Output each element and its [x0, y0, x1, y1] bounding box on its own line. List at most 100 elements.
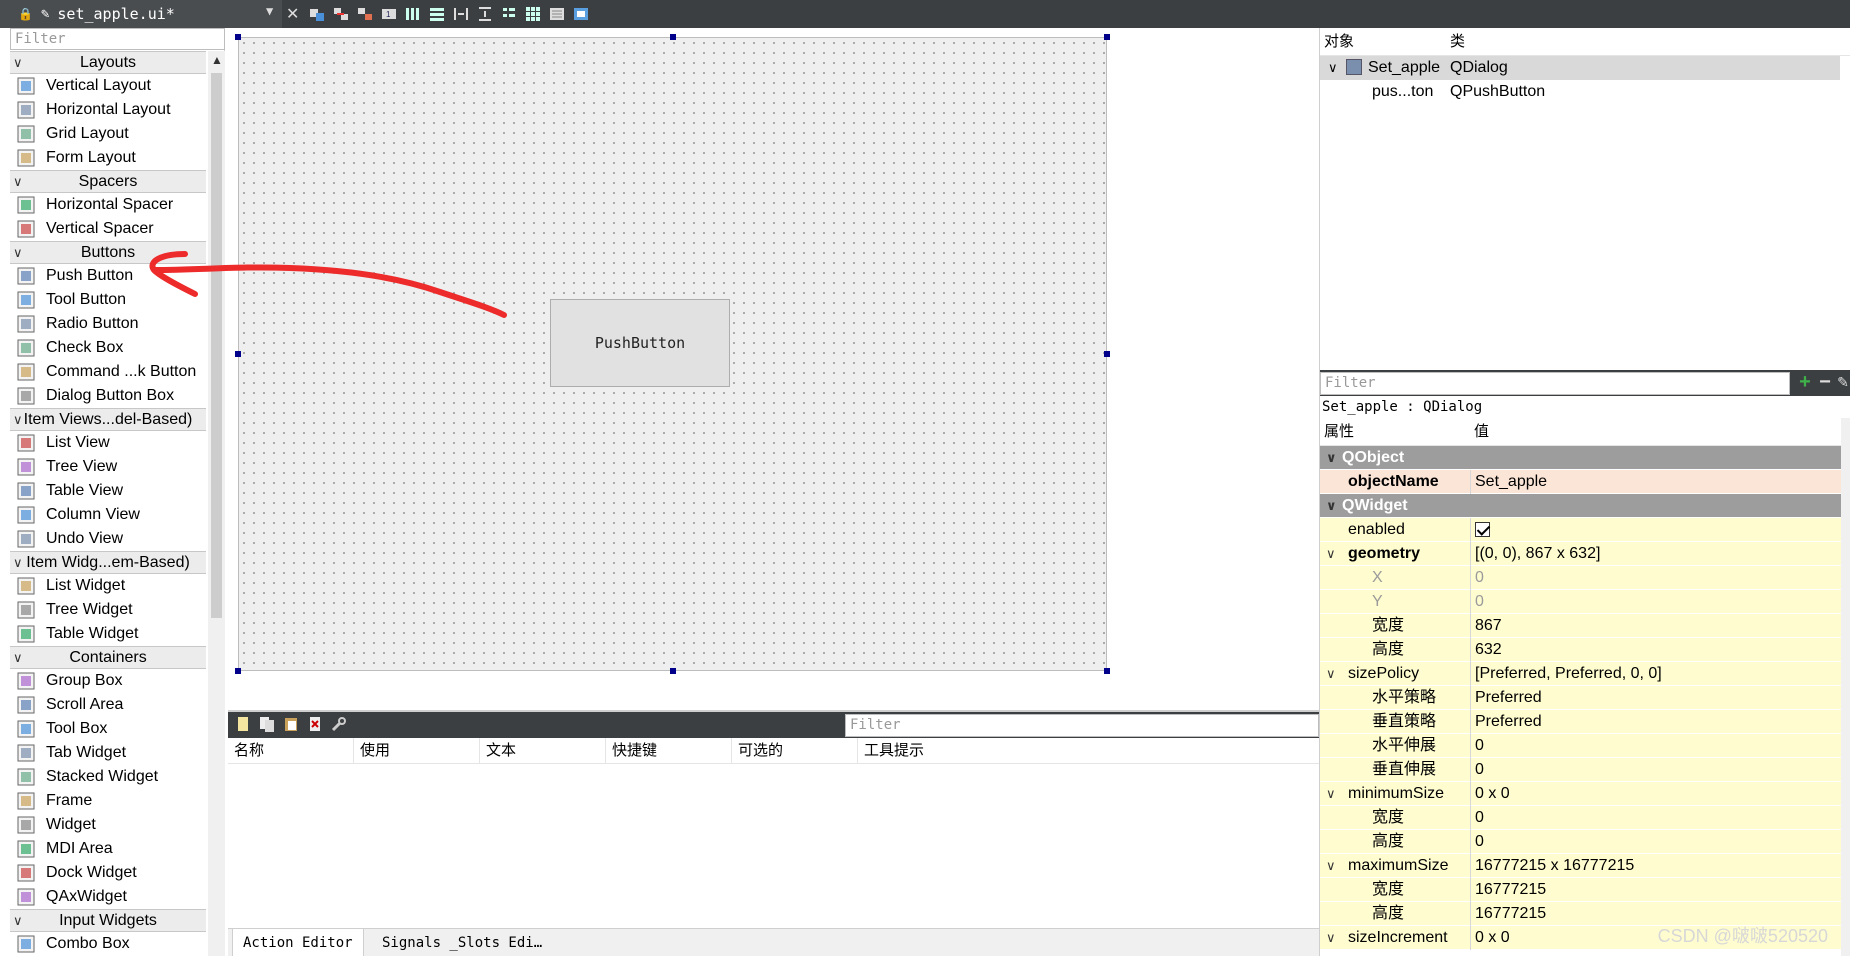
- scroll-up-icon[interactable]: ▲: [211, 53, 223, 67]
- widget-item[interactable]: MDI Area: [10, 837, 206, 861]
- column-header[interactable]: 可选的: [732, 738, 858, 764]
- widget-item[interactable]: Undo View: [10, 527, 206, 551]
- widget-category[interactable]: ∨ Layouts: [10, 51, 206, 74]
- property-editor-scrollbar[interactable]: [1841, 418, 1850, 956]
- wrench-icon[interactable]: [330, 715, 348, 733]
- action-editor-filter-input[interactable]: Filter: [845, 714, 1319, 737]
- enabled-checkbox[interactable]: [1475, 522, 1490, 537]
- widget-item[interactable]: Horizontal Layout: [10, 98, 206, 122]
- tab-action-editor[interactable]: Action Editor: [232, 929, 364, 956]
- chevron-down-icon[interactable]: ∨: [1328, 56, 1338, 80]
- close-icon[interactable]: ✕: [286, 4, 299, 24]
- property-value[interactable]: 16777215 x 16777215: [1470, 854, 1841, 878]
- remove-property-icon[interactable]: −: [1816, 372, 1834, 392]
- property-row[interactable]: 水平伸展 0: [1320, 734, 1841, 758]
- resize-handle[interactable]: [670, 34, 676, 40]
- chevron-down-icon[interactable]: ▼: [266, 4, 273, 18]
- property-row[interactable]: enabled: [1320, 518, 1841, 542]
- widget-item[interactable]: Table View: [10, 479, 206, 503]
- resize-handle[interactable]: [1104, 34, 1110, 40]
- widget-item[interactable]: Group Box: [10, 669, 206, 693]
- widget-item[interactable]: List Widget: [10, 574, 206, 598]
- property-row[interactable]: ∨ QObject: [1320, 446, 1841, 470]
- property-row[interactable]: objectName Set_apple: [1320, 470, 1841, 494]
- widget-item[interactable]: Combo Box: [10, 932, 206, 956]
- widget-item[interactable]: Vertical Spacer: [10, 217, 206, 241]
- property-row[interactable]: ∨ sizePolicy [Preferred, Preferred, 0, 0]: [1320, 662, 1841, 686]
- property-value[interactable]: 0: [1470, 830, 1841, 854]
- widget-item[interactable]: Tree Widget: [10, 598, 206, 622]
- copy-action-icon[interactable]: [258, 715, 276, 733]
- widget-item[interactable]: Stacked Widget: [10, 765, 206, 789]
- layout-form-icon[interactable]: [500, 5, 518, 23]
- widget-item[interactable]: QAxWidget: [10, 885, 206, 909]
- property-value[interactable]: 632: [1470, 638, 1841, 662]
- new-action-icon[interactable]: [234, 715, 252, 733]
- resize-handle[interactable]: [1104, 351, 1110, 357]
- resize-handle[interactable]: [1104, 668, 1110, 674]
- document-tab[interactable]: 🔒 ✎ set_apple.ui* ▼: [0, 0, 282, 28]
- column-header-object[interactable]: 对象: [1320, 28, 1354, 56]
- property-value[interactable]: 0: [1470, 734, 1841, 758]
- column-header[interactable]: 文本: [480, 738, 606, 764]
- widget-item[interactable]: Form Layout: [10, 146, 206, 170]
- resize-handle[interactable]: [235, 34, 241, 40]
- property-row[interactable]: 宽度 867: [1320, 614, 1841, 638]
- widget-item[interactable]: Dock Widget: [10, 861, 206, 885]
- property-value[interactable]: [(0, 0), 867 x 632]: [1470, 542, 1841, 566]
- resize-handle[interactable]: [235, 668, 241, 674]
- edit-signals-icon[interactable]: [332, 5, 350, 23]
- resize-handle[interactable]: [235, 351, 241, 357]
- widget-category[interactable]: ∨ Containers: [10, 646, 206, 669]
- widget-item[interactable]: Table Widget: [10, 622, 206, 646]
- chevron-down-icon[interactable]: ∨: [13, 552, 23, 573]
- column-header-value[interactable]: 值: [1470, 418, 1489, 446]
- property-row[interactable]: Y0: [1320, 590, 1841, 614]
- splitter-horizontal-icon[interactable]: [452, 5, 470, 23]
- widget-category[interactable]: ∨ Buttons: [10, 241, 206, 264]
- property-value-checkbox[interactable]: [1470, 518, 1841, 542]
- widget-box-filter-input[interactable]: Filter: [10, 28, 225, 50]
- widget-item[interactable]: Column View: [10, 503, 206, 527]
- layout-vertical-icon[interactable]: [428, 5, 446, 23]
- widget-item[interactable]: Tree View: [10, 455, 206, 479]
- property-value[interactable]: 0: [1470, 590, 1841, 614]
- property-value[interactable]: 0 x 0: [1470, 782, 1841, 806]
- chevron-down-icon[interactable]: ∨: [13, 910, 23, 931]
- widget-box-scrollbar[interactable]: ▲ ▼: [208, 51, 225, 956]
- object-row-dialog[interactable]: ∨ Set_apple QDialog: [1320, 56, 1840, 80]
- edit-tab-order-icon[interactable]: 1: [380, 5, 398, 23]
- column-header[interactable]: 名称: [228, 738, 354, 764]
- property-value[interactable]: 867: [1470, 614, 1841, 638]
- paste-action-icon[interactable]: [282, 715, 300, 733]
- property-value[interactable]: 0: [1470, 806, 1841, 830]
- column-header-property[interactable]: 属性: [1320, 418, 1354, 446]
- property-value[interactable]: 0: [1470, 758, 1841, 782]
- property-row[interactable]: ∨ geometry [(0, 0), 867 x 632]: [1320, 542, 1841, 566]
- property-value[interactable]: 16777215: [1470, 878, 1841, 902]
- widget-item[interactable]: Vertical Layout: [10, 74, 206, 98]
- property-row[interactable]: 垂直策略 Preferred: [1320, 710, 1841, 734]
- property-value[interactable]: Preferred: [1470, 686, 1841, 710]
- widget-item[interactable]: List View: [10, 431, 206, 455]
- property-value[interactable]: Preferred: [1470, 710, 1841, 734]
- widget-item[interactable]: Grid Layout: [10, 122, 206, 146]
- property-row[interactable]: 宽度 16777215: [1320, 878, 1841, 902]
- form-push-button[interactable]: PushButton: [550, 299, 730, 387]
- chevron-down-icon[interactable]: ∨: [13, 171, 23, 192]
- property-value[interactable]: [Preferred, Preferred, 0, 0]: [1470, 662, 1841, 686]
- widget-category[interactable]: ∨ Spacers: [10, 170, 206, 193]
- property-row[interactable]: 宽度 0: [1320, 806, 1841, 830]
- splitter-vertical-icon[interactable]: [476, 5, 494, 23]
- property-row[interactable]: ∨ minimumSize 0 x 0: [1320, 782, 1841, 806]
- delete-action-icon[interactable]: [306, 715, 324, 733]
- property-row[interactable]: 高度 632: [1320, 638, 1841, 662]
- widget-item[interactable]: Tool Button: [10, 288, 206, 312]
- property-row[interactable]: X0: [1320, 566, 1841, 590]
- widget-item[interactable]: Dialog Button Box: [10, 384, 206, 408]
- widget-item[interactable]: Command ...k Button: [10, 360, 206, 384]
- edit-widgets-icon[interactable]: [308, 5, 326, 23]
- property-filter-input[interactable]: Filter: [1320, 372, 1790, 395]
- chevron-down-icon[interactable]: ∨: [13, 242, 23, 263]
- resize-handle[interactable]: [670, 668, 676, 674]
